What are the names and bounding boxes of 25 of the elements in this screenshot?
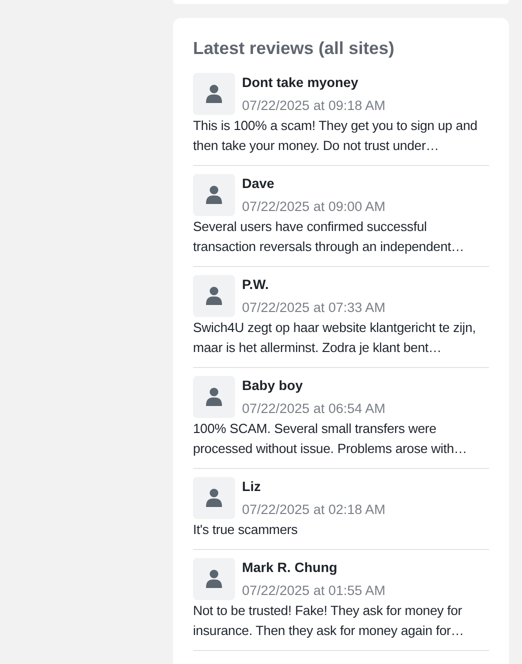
reviewer-name: Liz — [242, 478, 262, 496]
review-date: 07/22/2025 at 02:18 AM — [242, 501, 386, 519]
review-text: It's true scammers — [193, 521, 299, 539]
review-text: Swich4U zegt op haar website klantgericht te zijn, maar is het allerminst. Zodra je klant bent… — [193, 319, 477, 357]
review-text: Not to be trusted! Fake! They ask for money for insurance. Then they ask for money again for… — [193, 602, 465, 640]
review-text: This is 100% a scam! They get you to sign up and then take your money. Do not trust under… — [193, 117, 478, 155]
person-icon — [206, 387, 222, 407]
review-date: 07/22/2025 at 06:54 AM — [242, 400, 386, 418]
person-icon — [206, 286, 222, 306]
review-date: 07/22/2025 at 09:18 AM — [242, 97, 386, 115]
person-icon — [206, 84, 222, 104]
review-text: Several users have confirmed successful transaction reversals through an independent… — [193, 218, 466, 256]
review-text: 100% SCAM. Several small transfers were processed without issue. Problems arose with… — [193, 420, 468, 458]
review-date: 07/22/2025 at 09:00 AM — [242, 198, 386, 216]
person-icon — [206, 185, 222, 205]
person-icon — [206, 569, 222, 589]
reviewer-name: Mark R. Chung — [242, 559, 338, 577]
review-date: 07/22/2025 at 01:55 AM — [242, 582, 386, 600]
section-title: Latest reviews (all sites) — [193, 38, 396, 59]
reviewer-name: Dave — [242, 175, 276, 193]
reviewer-name: Baby boy — [242, 377, 304, 395]
review-date: 07/22/2025 at 07:33 AM — [242, 299, 386, 317]
reviewer-name: Dont take myoney — [242, 74, 360, 92]
person-icon — [206, 488, 222, 508]
reviewer-name: P.W. — [242, 276, 270, 294]
